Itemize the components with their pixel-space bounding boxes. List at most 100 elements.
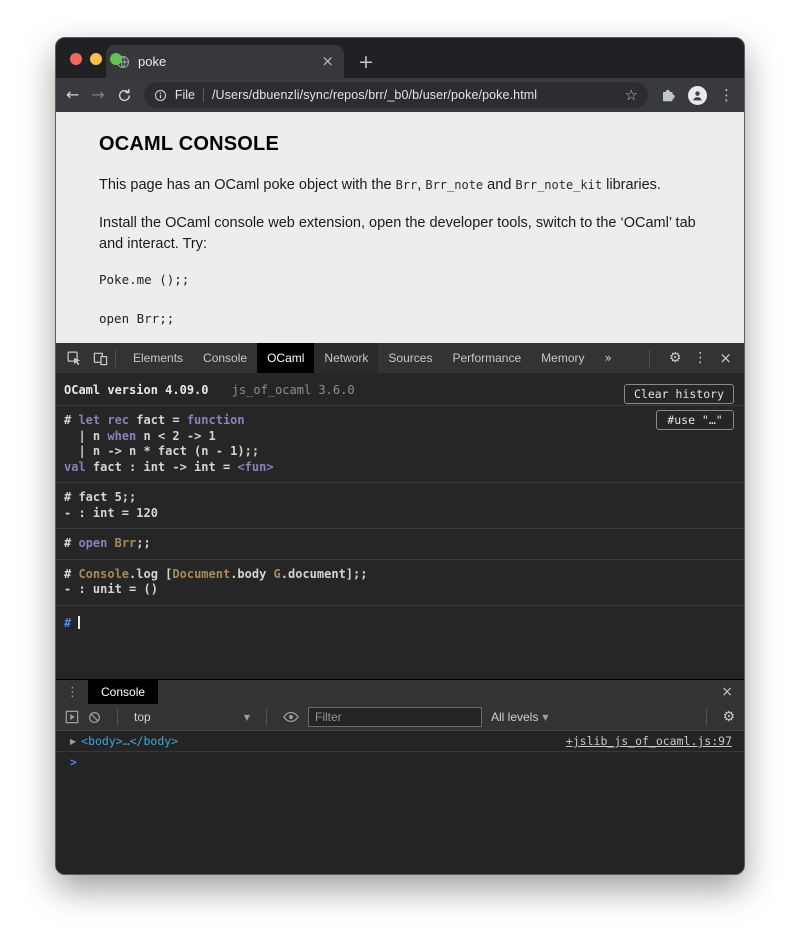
repl-buttons: Clear history #use "…" <box>624 384 734 430</box>
tab-performance[interactable]: Performance <box>442 343 531 373</box>
log-levels-label: All levels <box>491 710 538 724</box>
reload-icon[interactable] <box>117 88 132 103</box>
console-sidebar-icon[interactable] <box>65 710 79 724</box>
toolbar-divider <box>115 350 116 367</box>
text-cursor <box>78 616 80 629</box>
tab-memory[interactable]: Memory <box>531 343 594 373</box>
chevron-down-icon: ▼ <box>542 713 548 722</box>
device-toolbar-icon[interactable] <box>93 351 108 366</box>
repl-line: - : unit = () <box>64 582 736 598</box>
inline-code-brr-note: Brr_note <box>425 178 483 192</box>
console-log-row[interactable]: ▶ <body>…</body> +jslib_js_of_ocaml.js:9… <box>56 731 744 752</box>
drawer-close-icon[interactable]: × <box>721 685 744 699</box>
expand-triangle-icon[interactable]: ▶ <box>70 737 76 746</box>
devtools-settings-icon[interactable]: ⚙ <box>669 351 682 365</box>
browser-menu-icon[interactable]: ⋮ <box>719 88 734 103</box>
context-selector[interactable]: top ▼ <box>134 710 250 724</box>
jsoo-version-label: js_of_ocaml 3.6.0 <box>232 383 355 397</box>
browser-tab[interactable]: poke × <box>106 45 344 78</box>
chevron-down-icon: ▼ <box>244 713 250 722</box>
console-settings-icon[interactable]: ⚙ <box>722 710 735 724</box>
tab-ocaml[interactable]: OCaml <box>257 343 314 373</box>
web-page-content: OCAML CONSOLE This page has an OCaml pok… <box>56 112 744 343</box>
profile-avatar[interactable] <box>688 86 707 105</box>
toolbar-divider <box>117 709 118 726</box>
devtools-tabbar: Elements Console OCaml Network Sources P… <box>56 343 744 374</box>
clear-console-icon[interactable] <box>88 711 101 724</box>
inspect-element-icon[interactable] <box>67 351 82 366</box>
browser-window: poke × + ← → File /Users/dbuenzli/sy <box>55 37 745 875</box>
repl-line: # open Brr;; <box>64 536 736 552</box>
toolbar-divider <box>649 350 650 367</box>
paragraph-text: This page has an OCaml poke object with … <box>99 177 396 193</box>
console-toolbar-right: ⚙ <box>699 709 735 726</box>
repl-line: | n when n < 2 -> 1 <box>64 429 736 445</box>
paragraph-text: and <box>483 177 515 193</box>
tab-console[interactable]: Console <box>193 343 257 373</box>
repl-prompt-line[interactable]: # <box>56 606 744 640</box>
repl-entry: # fact 5;;- : int = 120 <box>56 483 744 529</box>
devtools-close-icon[interactable]: × <box>719 351 732 366</box>
repl-line: # Console.log [Document.body G.document]… <box>64 567 736 583</box>
ocaml-repl-panel: OCaml version 4.09.0 js_of_ocaml 3.6.0 C… <box>56 374 744 679</box>
console-drawer-header: ⋮ Console × <box>56 679 744 704</box>
toolbar-divider <box>706 709 707 726</box>
drawer-tab-console[interactable]: Console <box>88 680 158 704</box>
extensions-puzzle-icon[interactable] <box>660 87 676 103</box>
tab-sources[interactable]: Sources <box>378 343 442 373</box>
repl-prompt-char: # <box>64 616 71 630</box>
page-title: OCAML CONSOLE <box>99 133 699 156</box>
inline-code-brr: Brr <box>396 178 418 192</box>
devtools-menu-icon[interactable]: ⋮ <box>693 351 707 365</box>
code-sample-open: open Brr;; <box>99 311 699 326</box>
console-prompt-row[interactable]: > <box>56 752 744 772</box>
more-tabs-icon[interactable]: » <box>595 343 622 373</box>
back-icon[interactable]: ← <box>66 87 79 103</box>
tab-title: poke <box>138 54 313 69</box>
zoom-window-button[interactable] <box>110 53 122 65</box>
minimize-window-button[interactable] <box>90 53 102 65</box>
logged-dom-node[interactable]: <body>…</body> <box>81 734 178 748</box>
page-paragraph-install: Install the OCaml console web extension,… <box>99 213 699 255</box>
url-scheme-label: File <box>175 88 195 102</box>
source-location-link[interactable]: +jslib_js_of_ocaml.js:97 <box>566 734 732 748</box>
close-window-button[interactable] <box>70 53 82 65</box>
context-label: top <box>134 710 244 724</box>
repl-entry: # open Brr;; <box>56 529 744 560</box>
repl-line: | n -> n * fact (n - 1);; <box>64 444 736 460</box>
clear-history-button[interactable]: Clear history <box>624 384 734 404</box>
forward-icon[interactable]: → <box>91 87 104 103</box>
inline-code-brr-note-kit: Brr_note_kit <box>515 178 602 192</box>
person-icon <box>691 89 704 102</box>
new-tab-button[interactable]: + <box>358 53 374 72</box>
console-messages: ▶ <body>…</body> +jslib_js_of_ocaml.js:9… <box>56 731 744 874</box>
ocaml-version-label: OCaml version 4.09.0 <box>64 383 209 397</box>
log-levels-selector[interactable]: All levels ▼ <box>491 710 549 724</box>
code-sample-poke: Poke.me ();; <box>99 272 699 287</box>
repl-line: - : int = 120 <box>64 506 736 522</box>
traffic-lights <box>70 53 122 65</box>
url-text: /Users/dbuenzli/sync/repos/brr/_b0/b/use… <box>212 88 617 102</box>
repl-line: val fact : int -> int = <fun> <box>64 460 736 476</box>
screenshot-stage: poke × + ← → File /Users/dbuenzli/sy <box>0 0 800 941</box>
tab-elements[interactable]: Elements <box>123 343 193 373</box>
drawer-menu-icon[interactable]: ⋮ <box>66 686 79 699</box>
page-info-icon[interactable] <box>154 89 167 102</box>
toolbar-divider <box>266 709 267 726</box>
repl-entries: # let rec fact = function | n when n < 2… <box>56 406 744 606</box>
page-paragraph-libraries: This page has an OCaml poke object with … <box>99 175 699 196</box>
console-toolbar: top ▼ All levels ▼ ⚙ <box>56 704 744 731</box>
use-file-button[interactable]: #use "…" <box>656 410 734 430</box>
nav-toolbar: ← → File /Users/dbuenzli/sync/repos/brr/… <box>56 78 744 112</box>
tab-close-icon[interactable]: × <box>321 54 334 69</box>
titlebar: poke × + <box>56 38 744 78</box>
filter-input[interactable] <box>308 707 482 727</box>
tab-network[interactable]: Network <box>314 343 378 373</box>
repl-entry: # Console.log [Document.body G.document]… <box>56 560 744 606</box>
url-divider <box>203 88 204 102</box>
live-expression-eye-icon[interactable] <box>283 711 299 723</box>
url-bar[interactable]: File /Users/dbuenzli/sync/repos/brr/_b0/… <box>144 82 648 108</box>
bookmark-star-icon[interactable]: ☆ <box>625 88 638 103</box>
devtools-controls: ⚙ ⋮ × <box>642 350 744 367</box>
repl-line: # fact 5;; <box>64 490 736 506</box>
